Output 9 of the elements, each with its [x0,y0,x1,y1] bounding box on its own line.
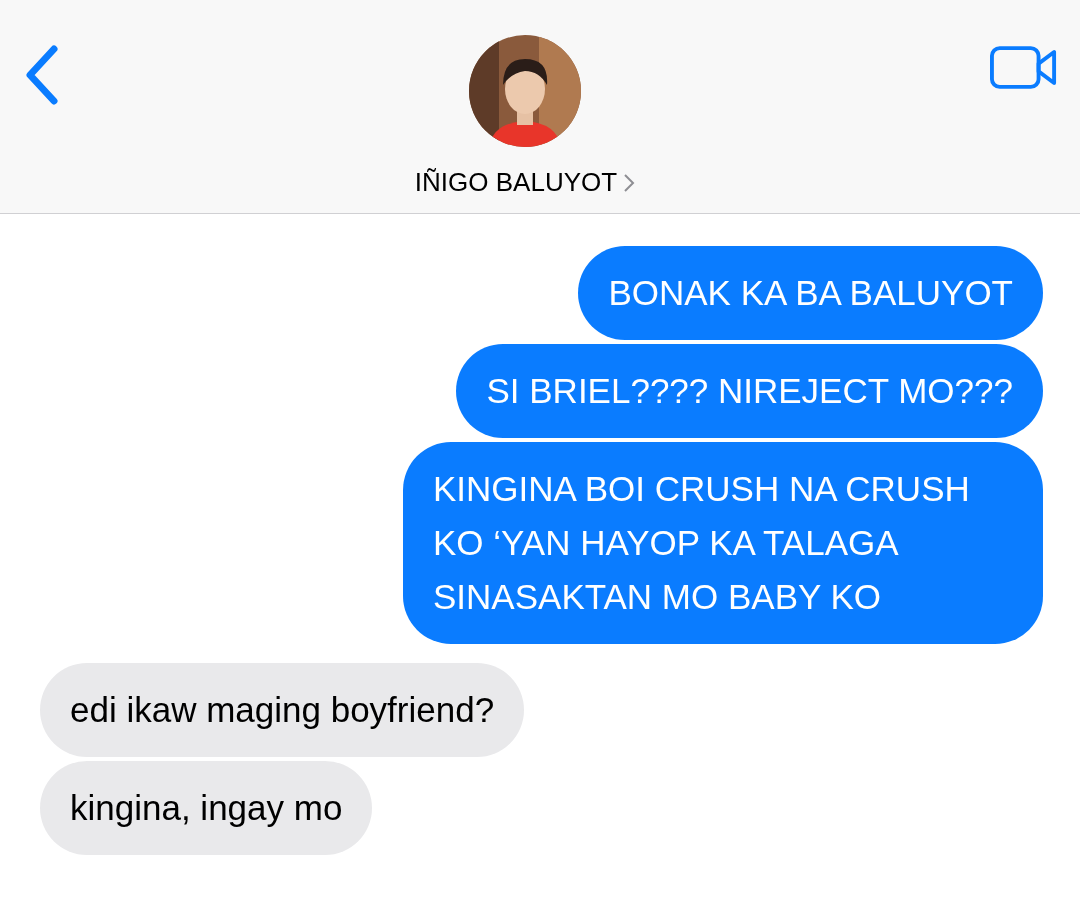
message-bubble: kingina, ingay mo [40,761,373,855]
contact-name-link[interactable]: IÑIGO BALUYOT [414,167,636,198]
message-bubble: SI BRIEL???? NIREJECT MO??? [456,344,1043,438]
message-bubble: KINGINA BOI CRUSH NA CRUSH KO ‘YAN HAYOP KA TALAGA SINASAKTAN MO BABY KO [403,442,1043,644]
video-camera-icon[interactable] [990,46,1058,89]
chevron-icon [623,172,636,193]
message-bubble: BONAK KA BA BALUYOT [578,246,1043,340]
back-icon[interactable] [24,45,60,105]
message-bubble: edi ikaw maging boyfriend? [40,663,525,757]
